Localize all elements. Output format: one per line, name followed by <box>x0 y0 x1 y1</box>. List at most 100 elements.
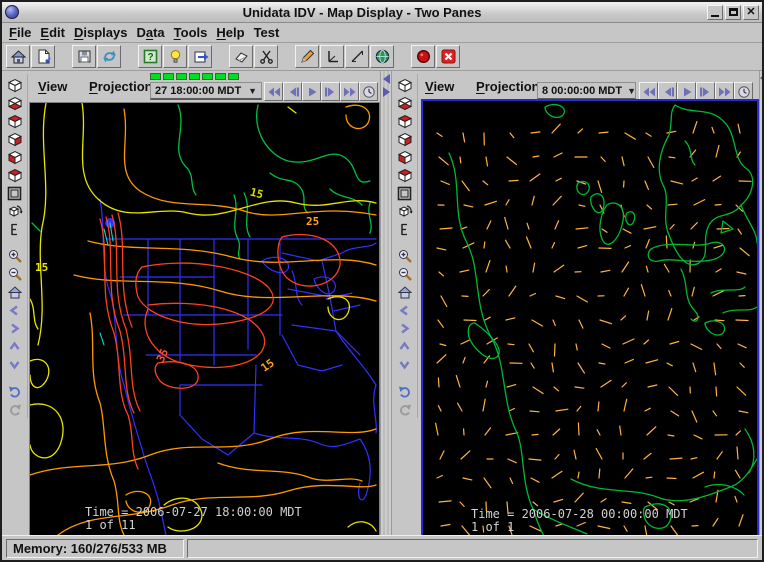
pan-up-icon <box>397 339 412 354</box>
vcr-rewind-button[interactable] <box>264 82 283 101</box>
field-selector-button[interactable]: ? <box>138 45 162 68</box>
view-cube-north-button[interactable] <box>5 166 25 184</box>
view-cube-north-button[interactable] <box>395 166 415 184</box>
view-cube-right-button[interactable] <box>5 130 25 148</box>
zoom-in-button[interactable] <box>5 247 25 265</box>
maximize-button[interactable] <box>725 5 741 20</box>
reset-home-button[interactable] <box>395 283 415 301</box>
left-map-pane: View Projections 27 18:00:00 MDT ▼ Time … <box>2 71 392 539</box>
time-step-box[interactable] <box>150 73 161 80</box>
globe-button[interactable] <box>370 45 394 68</box>
measure-button[interactable] <box>345 45 369 68</box>
vertical-scale-button[interactable] <box>5 220 25 238</box>
left-time-selector[interactable]: 27 18:00:00 MDT ▼ <box>150 82 262 100</box>
dropdown-arrow-icon: ▼ <box>243 86 257 96</box>
right-time-selector[interactable]: 8 00:00:00 MDT ▼ <box>537 82 636 100</box>
close-button[interactable]: ✕ <box>743 5 759 20</box>
view-cube-plain-button[interactable] <box>395 76 415 94</box>
menu-data[interactable]: Data <box>136 23 173 42</box>
field-selector-icon: ? <box>142 48 159 65</box>
time-step-boxes[interactable] <box>150 73 239 80</box>
redo-button[interactable] <box>5 400 25 418</box>
cut-button[interactable] <box>254 45 278 68</box>
pan-left-button[interactable] <box>395 301 415 319</box>
menu-help[interactable]: Help <box>216 23 253 42</box>
pencil-button[interactable] <box>295 45 319 68</box>
home-button[interactable] <box>6 45 30 68</box>
svg-text:?: ? <box>147 52 153 63</box>
new-document-button[interactable] <box>31 45 55 68</box>
time-step-box[interactable] <box>228 73 239 80</box>
plan-view-button[interactable] <box>5 184 25 202</box>
time-step-box[interactable] <box>189 73 200 80</box>
menu-test[interactable]: Test <box>254 23 289 42</box>
vcr-step-forward-button[interactable] <box>321 82 340 101</box>
menu-file[interactable]: File <box>9 23 40 42</box>
legend-expand-left-icon[interactable] <box>383 74 390 84</box>
pan-down-button[interactable] <box>395 355 415 373</box>
view-cube-top-button[interactable] <box>5 112 25 130</box>
view-cube-plain-button[interactable] <box>5 76 25 94</box>
vertical-scale-icon <box>397 221 412 238</box>
rotate-view-button[interactable] <box>395 202 415 220</box>
plan-view-button[interactable] <box>395 184 415 202</box>
right-map-view[interactable]: Time = 2006-07-28 00:00:00 MDT 1 of 1 <box>421 99 759 538</box>
window-title: Unidata IDV - Map Display - Two Panes <box>19 5 705 20</box>
vcr-fast-forward-button[interactable] <box>340 82 359 101</box>
menu-edit[interactable]: Edit <box>40 23 74 42</box>
record-button[interactable] <box>411 45 435 68</box>
save-button[interactable] <box>72 45 96 68</box>
legend-expand-left-icon[interactable] <box>760 74 764 82</box>
export-button[interactable] <box>188 45 212 68</box>
cancel-button[interactable] <box>436 45 460 68</box>
minimize-icon <box>711 15 719 17</box>
redo-button[interactable] <box>395 400 415 418</box>
time-step-box[interactable] <box>202 73 213 80</box>
menu-displays[interactable]: Displays <box>74 23 136 42</box>
left-view-menu[interactable]: View <box>38 79 67 94</box>
vertical-scale-button[interactable] <box>395 220 415 238</box>
axis-button[interactable] <box>320 45 344 68</box>
time-step-box[interactable] <box>176 73 187 80</box>
pencil-icon <box>299 48 316 65</box>
zoom-out-button[interactable] <box>5 265 25 283</box>
vcr-play-button[interactable] <box>302 82 321 101</box>
pan-right-button[interactable] <box>395 319 415 337</box>
zoom-out-button[interactable] <box>395 265 415 283</box>
legend-expand-right-icon[interactable] <box>383 87 390 97</box>
time-step-box[interactable] <box>163 73 174 80</box>
undo-button[interactable] <box>5 382 25 400</box>
view-cube-bottom-button[interactable] <box>395 94 415 112</box>
pan-up-button[interactable] <box>5 337 25 355</box>
eraser-button[interactable] <box>229 45 253 68</box>
left-map-view[interactable]: Time = 2006-07-27 18:00:00 MDT 1 of 11 1… <box>29 102 380 536</box>
view-cube-top-button[interactable] <box>395 112 415 130</box>
view-cube-right-button[interactable] <box>395 130 415 148</box>
reset-home-button[interactable] <box>5 283 25 301</box>
view-cube-front-button[interactable] <box>395 148 415 166</box>
lightbulb-button[interactable] <box>163 45 187 68</box>
pan-right-button[interactable] <box>5 319 25 337</box>
rotate-view-button[interactable] <box>5 202 25 220</box>
undo-button[interactable] <box>395 382 415 400</box>
minimize-button[interactable] <box>707 5 723 20</box>
vcr-clock-icon <box>737 86 751 98</box>
menu-tools[interactable]: Tools <box>174 23 217 42</box>
pan-up-button[interactable] <box>395 337 415 355</box>
view-cube-front-button[interactable] <box>5 148 25 166</box>
dropdown-arrow-icon: ▼ <box>622 86 636 96</box>
right-view-menu[interactable]: View <box>425 79 454 94</box>
title-bar[interactable]: Unidata IDV - Map Display - Two Panes ✕ <box>2 2 762 23</box>
redo-icon <box>7 401 23 417</box>
reset-home-icon <box>7 284 23 300</box>
time-step-box[interactable] <box>215 73 226 80</box>
pan-left-button[interactable] <box>5 301 25 319</box>
pan-down-button[interactable] <box>5 355 25 373</box>
zoom-in-button[interactable] <box>395 247 415 265</box>
view-cube-right-icon <box>7 131 23 148</box>
reload-button[interactable] <box>97 45 121 68</box>
vcr-fast-forward-icon <box>343 86 357 98</box>
view-cube-bottom-button[interactable] <box>5 94 25 112</box>
vcr-step-back-button[interactable] <box>283 82 302 101</box>
vcr-clock-button[interactable] <box>359 82 378 101</box>
